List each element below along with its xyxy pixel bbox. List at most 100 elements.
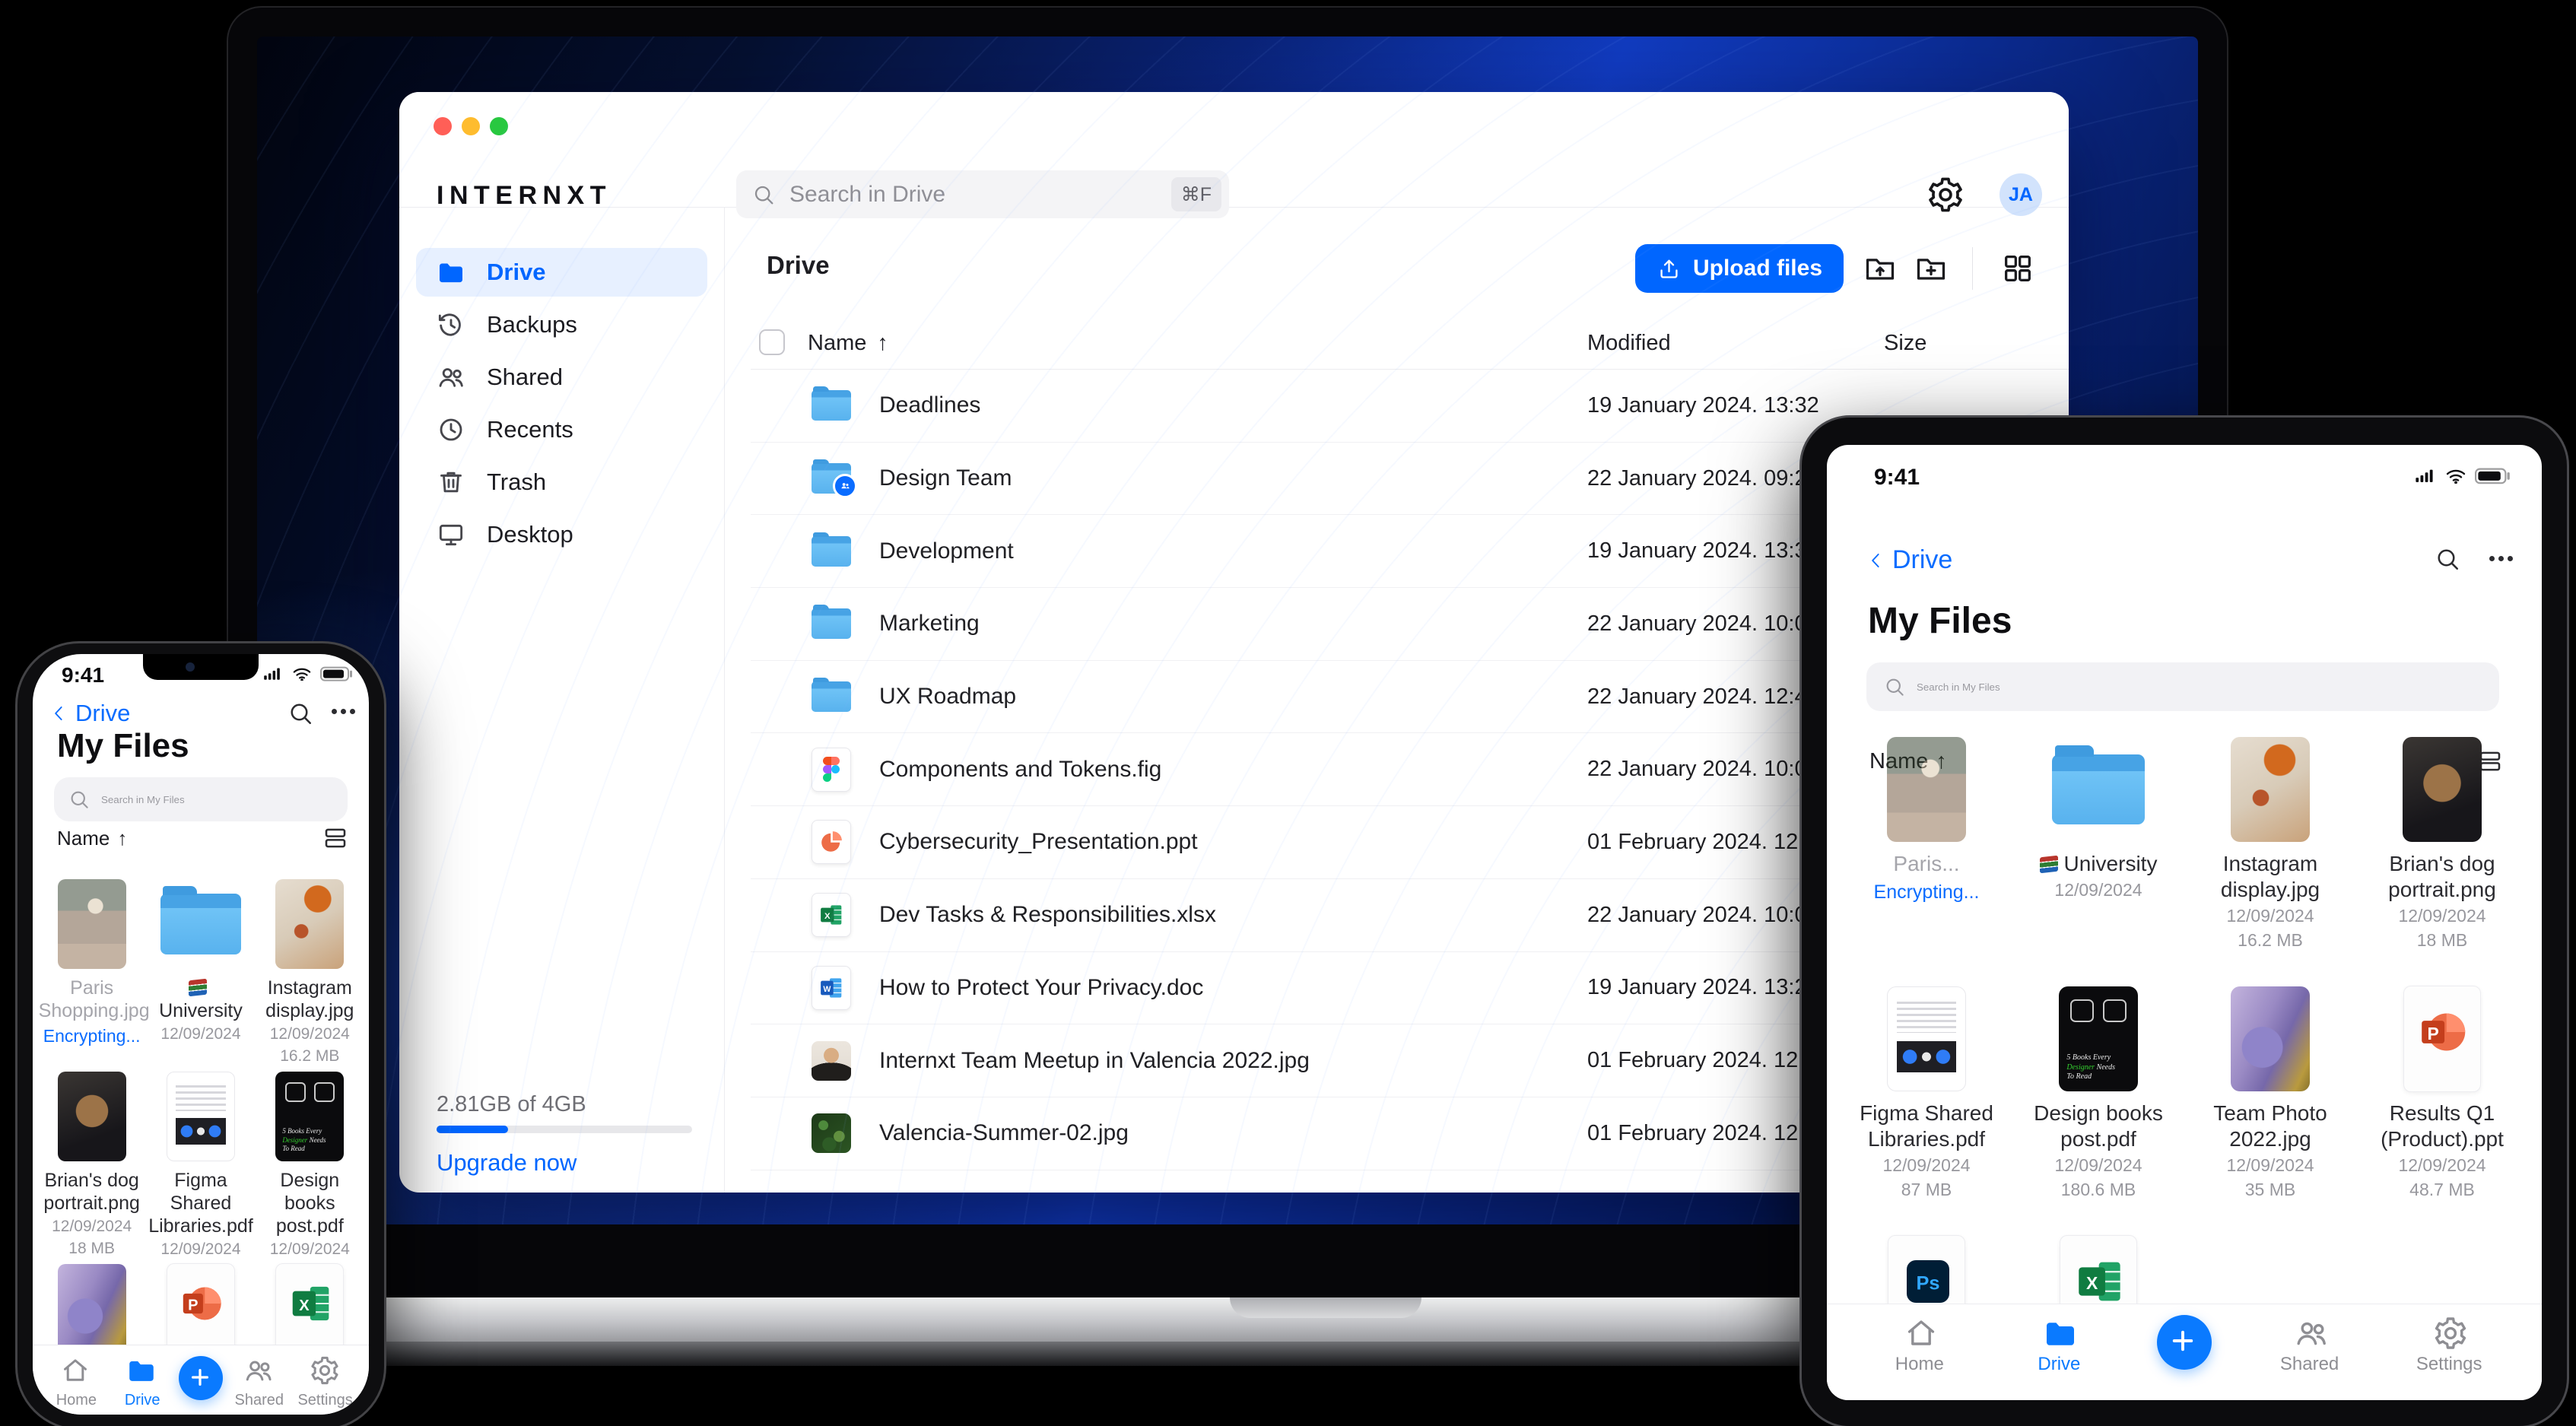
grid-tile[interactable]: Instagram display.jpg 12/09/2024 16.2 MB — [256, 879, 363, 1072]
trash-icon — [436, 467, 466, 497]
drive-search-input[interactable] — [788, 180, 1159, 208]
pdf-cover-thumbnail: 5 Books Every Designer Needs To Read — [275, 1072, 345, 1161]
search-bar[interactable] — [54, 777, 348, 821]
user-avatar[interactable]: JA — [1999, 173, 2042, 216]
file-date: 12/09/2024 — [2226, 1155, 2314, 1175]
tile-thumbnail — [2231, 737, 2310, 842]
search-icon[interactable] — [2434, 545, 2461, 573]
internxt-logo: INTERNXT — [437, 181, 611, 210]
grid-tile[interactable]: 5 Books Every Designer Needs To Read Design… — [256, 1072, 363, 1280]
settings-gear-icon[interactable] — [1926, 175, 1965, 214]
column-header-name[interactable]: Name — [808, 331, 888, 356]
file-modified-date: 22 January 2024. 09:29 — [1587, 465, 1819, 491]
file-date: 12/09/2024 — [2054, 1155, 2142, 1175]
tile-thumbnail — [57, 879, 126, 969]
monitor-icon — [436, 519, 466, 550]
search-input[interactable] — [100, 792, 334, 806]
grid-tile[interactable]: Team Photo 2022.jpg 12/09/2024 35 MB — [2196, 986, 2345, 1236]
upgrade-now-link[interactable]: Upgrade now — [437, 1149, 577, 1177]
history-icon — [436, 310, 466, 340]
nav-item-label: Home — [1895, 1354, 1944, 1374]
page-title: My Files — [57, 727, 189, 764]
grid-tile[interactable]: Paris... Encrypting... — [1874, 737, 1979, 986]
upload-folder-icon[interactable] — [1863, 251, 1898, 286]
file-date: 12/09/2024 — [160, 1240, 241, 1258]
zoom-window-button[interactable] — [490, 117, 508, 135]
grid-tile[interactable]: P Results Q1 (Product).ppt 12/09/2024 48.7 … — [2368, 986, 2517, 1236]
new-folder-icon[interactable] — [1914, 251, 1949, 286]
file-type-icon — [811, 459, 858, 498]
file-size: 35 MB — [2244, 1180, 2296, 1199]
file-name: UX Roadmap — [879, 684, 1017, 710]
file-date: 12/09/2024 — [160, 1025, 241, 1043]
camera-dot — [186, 662, 195, 672]
bottom-nav: Home Drive Shared Settings — [33, 1345, 369, 1415]
grid-tile[interactable]: University 12/09/2024 — [2039, 737, 2157, 986]
grid-tile[interactable]: Figma Shared Libraries.pdf12/09/202487 M… — [148, 1072, 254, 1280]
file-modified-date: 22 January 2024. 10:08 — [1587, 902, 1819, 927]
more-menu-icon[interactable] — [2489, 556, 2513, 561]
sidebar-item-shared[interactable]: Shared — [416, 353, 707, 402]
column-header-modified[interactable]: Modified — [1587, 331, 1671, 356]
status-icons — [261, 666, 354, 681]
nav-item-settings[interactable]: Settings — [296, 1355, 355, 1409]
file-name: Internxt Team Meetup in Valencia 2022.jp… — [879, 1047, 1310, 1073]
grid-tile[interactable]: Brian's dog portrait.png 12/09/2024 18 MB — [39, 1072, 145, 1264]
folder-icon — [160, 885, 241, 954]
fab-new-button[interactable] — [2156, 1315, 2212, 1370]
search-input[interactable] — [1915, 680, 2482, 694]
sidebar-item-trash[interactable]: Trash — [416, 458, 707, 507]
back-to-drive-link[interactable]: Drive — [49, 700, 130, 727]
grid-tile[interactable]: University 12/09/2024 — [148, 879, 254, 1072]
nav-item-shared[interactable]: Shared — [230, 1355, 289, 1409]
grid-tile[interactable]: Paris Shopping.jpg Encrypting... — [39, 879, 150, 1072]
grid-view-icon[interactable] — [2000, 251, 2035, 286]
file-name: Valencia-Summer-02.jpg — [879, 1120, 1129, 1146]
gear-icon — [2432, 1315, 2466, 1349]
chevron-left-icon — [1866, 551, 1886, 570]
plus-icon — [189, 1366, 213, 1390]
upload-files-button[interactable]: Upload files — [1635, 244, 1844, 293]
grid-tile[interactable]: Instagram display.jpg 12/09/2024 16.2 MB — [2196, 737, 2345, 986]
tile-thumbnail — [2403, 737, 2482, 842]
nav-item-home[interactable]: Home — [1878, 1315, 1961, 1375]
nav-item-shared[interactable]: Shared — [2268, 1315, 2352, 1375]
wifi-icon — [2444, 468, 2467, 484]
fab-new-button[interactable] — [178, 1356, 223, 1400]
home-icon — [1903, 1315, 1936, 1348]
close-window-button[interactable] — [434, 117, 452, 135]
nav-item-drive[interactable]: Drive — [113, 1355, 172, 1409]
nav-item-label: Drive — [2038, 1354, 2081, 1374]
drive-search-bar[interactable]: ⌘F — [736, 170, 1229, 218]
sort-by-name[interactable]: Name — [57, 827, 127, 850]
select-all-checkbox[interactable] — [759, 329, 785, 355]
folder-icon — [812, 605, 851, 640]
nav-item-label: Shared — [234, 1392, 284, 1409]
photo-thumbnail — [1886, 737, 1966, 842]
nav-item-home[interactable]: Home — [46, 1355, 106, 1409]
list-view-icon[interactable] — [322, 824, 349, 852]
nav-item-drive[interactable]: Drive — [2017, 1315, 2101, 1375]
column-header-size[interactable]: Size — [1884, 331, 1926, 356]
grid-tile[interactable]: Figma Shared Libraries.pdf12/09/202487 M… — [1852, 986, 2001, 1236]
search-bar[interactable] — [1866, 662, 2499, 711]
minimize-window-button[interactable] — [462, 117, 480, 135]
folder-icon — [125, 1355, 159, 1388]
file-size: 87 MB — [1901, 1180, 1952, 1199]
sidebar-item-drive[interactable]: Drive — [416, 248, 707, 297]
back-to-drive-link[interactable]: Drive — [1866, 545, 1952, 575]
plus-icon — [2169, 1327, 2200, 1358]
tile-thumbnail: 5 Books Every Designer Needs To Read — [275, 1072, 345, 1161]
grid-tile[interactable]: 5 Books Every Designer Needs To Read Design… — [2024, 986, 2173, 1236]
sidebar-item-recents[interactable]: Recents — [416, 405, 707, 454]
page-title: Drive — [767, 251, 830, 279]
file-name: Instagram display.jpg — [265, 977, 354, 1021]
file-type-icon — [811, 386, 852, 421]
sidebar-item-desktop[interactable]: Desktop — [416, 510, 707, 559]
more-menu-icon[interactable] — [332, 709, 355, 714]
folder-icon — [436, 257, 466, 287]
search-icon[interactable] — [287, 700, 314, 727]
grid-tile[interactable]: Brian's dog portrait.png 12/09/2024 18 MB — [2368, 737, 2517, 986]
nav-item-settings[interactable]: Settings — [2407, 1315, 2491, 1375]
sidebar-item-backups[interactable]: Backups — [416, 300, 707, 349]
